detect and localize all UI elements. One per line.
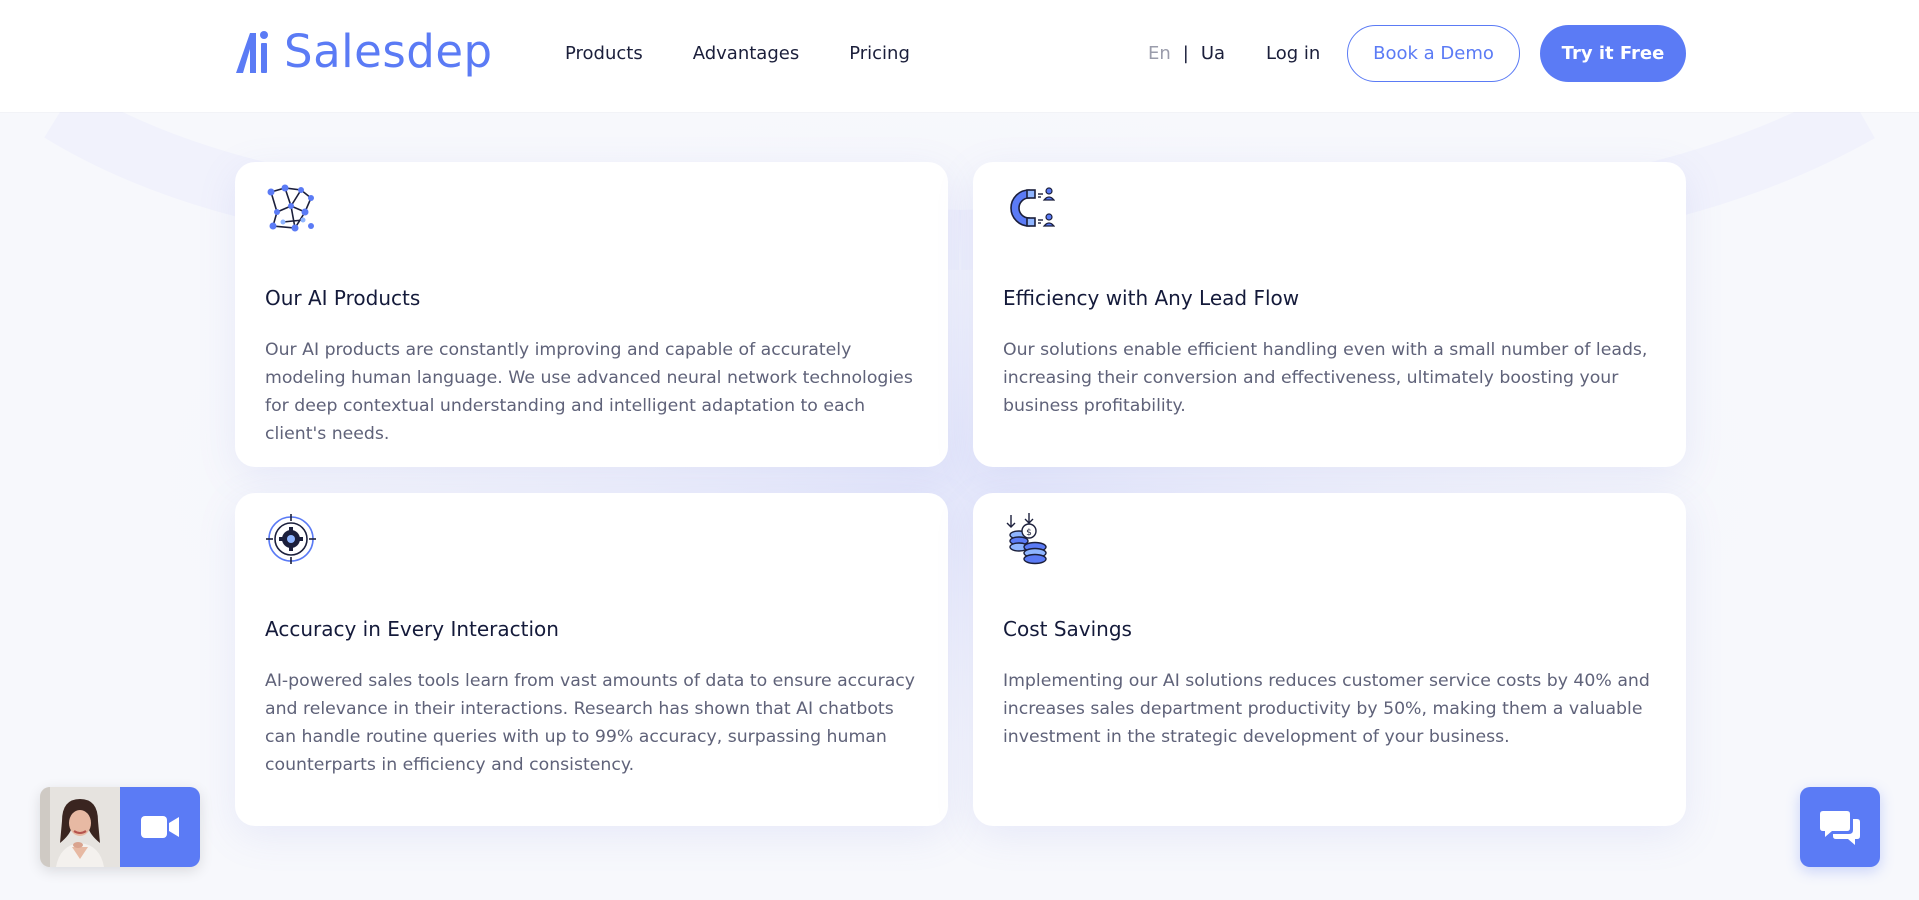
card-title: Efficiency with Any Lead Flow [1003,286,1300,310]
card-title: Accuracy in Every Interaction [265,617,559,641]
video-call-widget[interactable] [40,787,200,867]
magnet-leads-icon [1010,187,1055,227]
login-link[interactable]: Log in [1266,40,1320,68]
card-text: AI-powered sales tools learn from vast a… [265,671,916,775]
ai-logo-icon [236,31,268,73]
feature-card-cost-savings: $ Cost Savings Implementing our AI solut… [973,493,1686,826]
book-demo-button[interactable]: Book a Demo [1347,25,1520,82]
lang-en[interactable]: En [1148,40,1171,68]
video-camera-icon [141,816,179,838]
try-free-button[interactable]: Try it Free [1540,25,1686,82]
language-switcher: En | Ua [1148,40,1225,68]
lang-ua[interactable]: Ua [1201,40,1225,68]
video-camera-button[interactable] [120,787,200,867]
feature-card-lead-flow: Efficiency with Any Lead Flow Our soluti… [973,162,1686,467]
site-header: Salesdep Products Advantages Pricing En … [0,0,1919,112]
nav-item-products[interactable]: Products [565,40,643,68]
nav-item-pricing[interactable]: Pricing [849,40,910,68]
main-nav: Products Advantages Pricing [565,40,910,68]
svg-text:$: $ [1026,528,1032,538]
card-text: Our AI products are constantly improving… [265,340,913,444]
card-text: Implementing our AI solutions reduces cu… [1003,671,1650,747]
chat-bubbles-icon [1820,811,1860,845]
lang-separator: | [1182,43,1189,64]
neural-network-icon [267,184,314,232]
feature-card-accuracy: Accuracy in Every Interaction AI-powered… [235,493,948,826]
chat-button[interactable] [1800,787,1880,867]
avatar [40,787,120,867]
card-title: Cost Savings [1003,617,1132,641]
target-gear-icon [266,514,316,564]
brand-logo[interactable]: Salesdep [234,26,493,78]
card-title: Our AI Products [265,286,421,310]
card-text: Our solutions enable efficient handling … [1003,340,1648,416]
brand-name: Salesdep [284,25,493,78]
nav-item-advantages[interactable]: Advantages [693,40,799,68]
coins-stack-icon: $ [1006,513,1047,565]
feature-card-ai-products: Our AI Products Our AI products are cons… [235,162,948,467]
